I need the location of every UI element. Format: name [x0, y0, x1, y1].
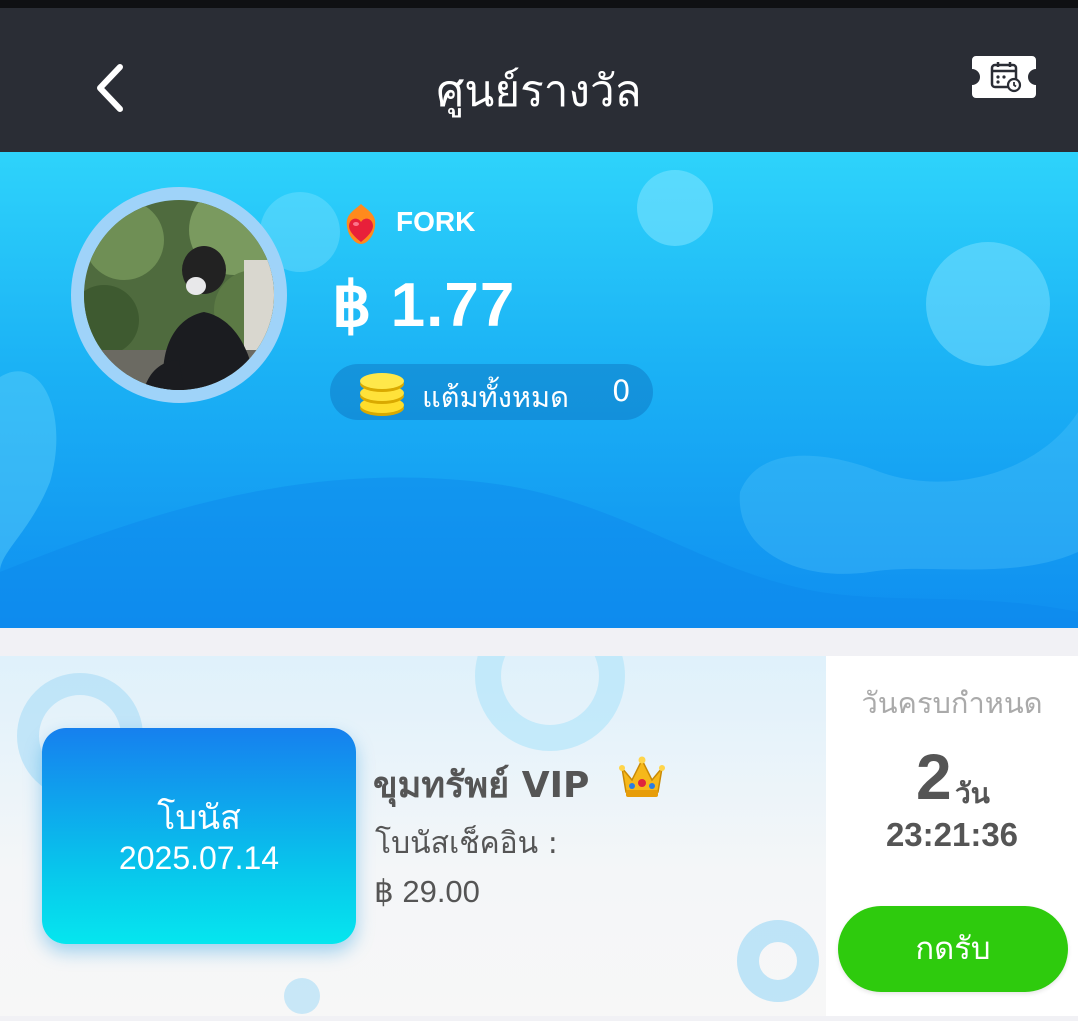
points-summary[interactable]: แต้มทั้งหมด 0: [330, 364, 653, 420]
crown-icon: [619, 756, 665, 797]
avatar[interactable]: [71, 187, 287, 403]
page-title: ศูนย์รางวัล: [436, 66, 642, 117]
countdown-timer: 23:21:36: [885, 816, 1019, 853]
points-value: 0: [612, 374, 631, 408]
balance-amount: ฿ 1.77: [332, 271, 516, 340]
header-bar: ศูนย์รางวัล: [0, 0, 1078, 152]
avatar-photo: [84, 200, 274, 390]
points-label: แต้มทั้งหมด: [422, 380, 569, 414]
claim-button[interactable]: กดรับ: [838, 906, 1068, 992]
checkin-bonus-amount: ฿ 29.00: [374, 874, 480, 909]
heart-flame-icon: [346, 204, 376, 244]
bonus-label: โบนัส: [157, 798, 241, 838]
reward-card: โบนัส 2025.07.14 ขุมทรัพย์ VIP โบนัสเช็ค…: [0, 656, 1078, 1016]
bonus-date: 2025.07.14: [118, 840, 280, 876]
reward-title: ขุมทรัพย์ VIP: [373, 765, 590, 806]
username: FORK: [396, 206, 476, 237]
deadline-label: วันครบกำหนด: [861, 686, 1043, 720]
deadline-panel: วันครบกำหนด 23:21:36 กดรับ: [826, 656, 1078, 1016]
days-remaining: 2: [916, 741, 952, 813]
calendar-ticket-button[interactable]: [970, 54, 1038, 100]
days-unit: วัน: [955, 777, 990, 810]
coins-stack-icon: [360, 373, 404, 416]
bonus-badge: โบนัส 2025.07.14: [42, 728, 356, 944]
calendar-ticket-icon: [972, 56, 1036, 98]
checkin-bonus-label: โบนัสเช็คอิน :: [375, 826, 558, 861]
